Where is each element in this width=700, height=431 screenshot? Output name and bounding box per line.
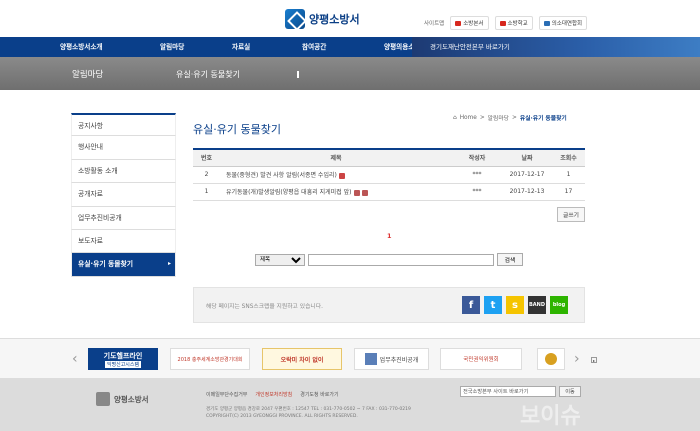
post-title[interactable]: 유기동물(개)발생알림(양평읍 대흥리 지게미접 앞) (226, 189, 352, 196)
site-link-school[interactable]: 소방학교 (494, 16, 533, 30)
image-file-icon (353, 189, 360, 196)
banner-firefighter-games[interactable]: 2018 충주세계소방관경기대회 (170, 348, 250, 370)
site-logo[interactable]: 양평소방서 (285, 8, 360, 30)
attachment-icon (338, 172, 345, 179)
emblem-icon (96, 392, 110, 406)
sidebar-item-expense[interactable]: 업무추진비공개 (71, 206, 176, 230)
footer-logo: 양평소방서 (96, 392, 149, 406)
breadcrumb-current: 유실·유기 동물찾기 (519, 116, 567, 122)
search-field-select[interactable]: 제목 (255, 253, 305, 266)
footer-link-gg[interactable]: 경기도청 바로가기 (300, 391, 338, 398)
facebook-icon[interactable]: f (462, 296, 480, 314)
banner-no-discrimination[interactable]: 오락미 차이 없이 (262, 348, 342, 370)
main-nav: 양평소방서소개 알림마당 자료실 참여공간 양평의용소방대 경기도재난안전본부 … (0, 37, 700, 57)
chart-doc-icon (364, 353, 377, 365)
col-title: 제목 (220, 148, 452, 167)
band-section: 알림마당 (72, 70, 104, 80)
emblem-icon (545, 353, 557, 365)
sns-share-box: 해당 페이지는 SNS스크랩을 지원하고 있습니다. f t s BAND bl… (193, 287, 585, 323)
breadcrumb: ⌂ Home > 알림마당 > 유실·유기 동물찾기 (453, 113, 567, 123)
logo-text: 양평소방서 (309, 13, 360, 26)
table-row[interactable]: 2 동물(중형견) 발견 사항 알림(서종면 수입리) *** 2017-12-… (193, 166, 585, 184)
nav-item-participate[interactable]: 참여공간 (302, 37, 384, 57)
banner-carousel: ‹ 기도헬프라인 익명신고시스템 2018 충주세계소방관경기대회 오락미 차이… (0, 338, 700, 378)
volunteer-icon (543, 20, 550, 26)
col-views: 조회수 (552, 148, 585, 167)
banner-emblem[interactable] (537, 348, 565, 370)
fire-hq-icon (455, 20, 462, 26)
breadcrumb-parent[interactable]: 알림마당 (488, 113, 509, 122)
search-input[interactable] (308, 253, 494, 266)
section-band: 알림마당 유실·유기 동물찾기 (0, 57, 700, 90)
chevron-right-icon[interactable]: › (574, 351, 580, 367)
write-button[interactable]: 글쓰기 (557, 207, 585, 222)
band-page: 유실·유기 동물찾기 (176, 70, 240, 79)
gg-disaster-link[interactable]: 경기도재난안전본부 바로가기 (412, 37, 700, 57)
search-button[interactable]: 검색 (497, 253, 523, 266)
fire-school-icon (499, 20, 506, 26)
banner-expense[interactable]: 업무추진비공개 (354, 348, 429, 370)
sidebar-item-notice[interactable]: 공지사항 (71, 113, 176, 137)
sidebar-item-press[interactable]: 보도자료 (71, 229, 176, 254)
footer-link-privacy[interactable]: 개인정보처리방침 (255, 391, 292, 398)
arrow-right-icon: ▸ (167, 260, 171, 268)
emblem-icon (285, 9, 305, 29)
sites-label: 사이트맵 (424, 21, 445, 27)
page-title: 유실·유기 동물찾기 (193, 123, 281, 136)
sidebar-item-events[interactable]: 행사안내 (71, 136, 176, 160)
nav-item-archive[interactable]: 자료실 (232, 37, 302, 57)
related-sites: 사이트맵 소방본서 소방학교 의소대연합회 (424, 16, 588, 30)
page-number-current[interactable]: 1 (387, 232, 392, 240)
table-row[interactable]: 1 유기동물(개)발생알림(양평읍 대흥리 지게미접 앞) *** 2017-1… (193, 183, 585, 201)
banner-helpline[interactable]: 기도헬프라인 익명신고시스템 (88, 348, 158, 370)
sidebar-item-activity[interactable]: 소방활동 소개 (71, 159, 176, 184)
image-file-icon (361, 189, 368, 196)
search-bar: 제목 검색 (255, 253, 523, 266)
twitter-icon[interactable]: t (484, 296, 502, 314)
footer-link-email[interactable]: 이메일무단수집거부 (206, 391, 247, 398)
board-table: 번호 제목 작성자 날짜 조회수 2 동물(중형견) 발견 사항 알림(서종면 … (193, 148, 585, 201)
home-icon: ⌂ (453, 114, 457, 121)
footer-address: 경기도 양평군 양평읍 경강로 2047 우편번호 : 12547 TEL : … (206, 407, 411, 419)
col-date: 날짜 (502, 148, 552, 167)
site-link-volunteer[interactable]: 의소대연합회 (538, 16, 588, 30)
sns-message: 해당 페이지는 SNS스크랩을 지원하고 있습니다. (206, 304, 323, 310)
kakaostory-icon[interactable]: s (506, 296, 524, 314)
sidebar-item-public[interactable]: 공개자료 (71, 183, 176, 207)
site-select: 전국소방본부 사이트 바로가기 이동 (460, 386, 581, 397)
band-icon[interactable]: BAND (528, 296, 546, 314)
watermark: 보이슈 (520, 404, 581, 429)
breadcrumb-home[interactable]: Home (460, 115, 477, 121)
banner-acrc[interactable]: 국민권익위원회 (440, 348, 522, 370)
nav-item-intro[interactable]: 양평소방서소개 (60, 37, 160, 57)
band-divider (297, 71, 299, 78)
sidebar: 공지사항 행사안내 소방활동 소개 공개자료 업무추진비공개 보도자료 유실·유… (71, 113, 176, 277)
sidebar-item-lost-animals[interactable]: 유실·유기 동물찾기 ▸ (71, 253, 176, 277)
col-author: 작성자 (452, 148, 502, 167)
col-no: 번호 (193, 148, 220, 167)
footer-links: 이메일무단수집거부 개인정보처리방침 경기도청 바로가기 (206, 391, 339, 398)
footer: 양평소방서 이메일무단수집거부 개인정보처리방침 경기도청 바로가기 경기도 양… (0, 378, 700, 431)
post-title[interactable]: 동물(중형견) 발견 사항 알림(서종면 수입리) (226, 172, 337, 179)
blog-icon[interactable]: blog (550, 296, 568, 314)
go-button[interactable]: 이동 (559, 386, 581, 397)
site-select-dropdown[interactable]: 전국소방본부 사이트 바로가기 (460, 386, 556, 397)
chevron-left-icon[interactable]: ‹ (72, 351, 78, 367)
site-link-hq[interactable]: 소방본서 (450, 16, 489, 30)
nav-item-notice[interactable]: 알림마당 (160, 37, 232, 57)
pause-icon[interactable]: ▸ (591, 357, 597, 363)
